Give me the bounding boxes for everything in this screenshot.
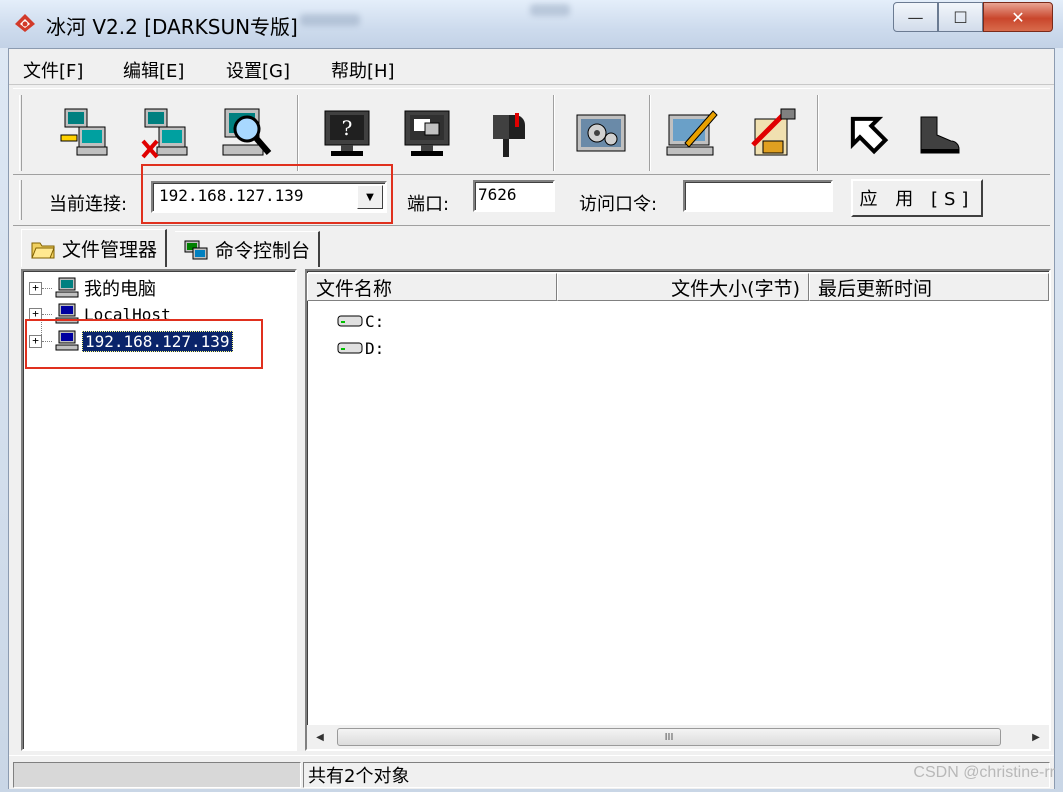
- window-title: 冰河 V2.2 [DARKSUN专版]: [46, 15, 298, 39]
- screen-capture-button[interactable]: [399, 105, 455, 161]
- tab-file-manager[interactable]: 文件管理器: [21, 229, 168, 267]
- column-header-label: 最后更新时间: [818, 277, 933, 300]
- column-header-label: 文件名称: [316, 277, 393, 300]
- drive-icon: [337, 315, 363, 327]
- menu-file[interactable]: 文件[F]: [23, 57, 83, 83]
- computer-icon: [55, 330, 79, 351]
- caption-buttons: — ☐ ✕: [893, 2, 1053, 34]
- search-computer-icon: [222, 108, 272, 156]
- list-item-drive-d[interactable]: D:: [337, 336, 384, 360]
- computer-icon: [55, 303, 79, 324]
- connection-bar: 当前连接: 192.168.127.139 ▼ 端口: 7626 访问口令: 应…: [13, 176, 1050, 226]
- port-label: 端口:: [407, 194, 450, 215]
- tree-item-remote-host[interactable]: + 192.168.127.139: [29, 329, 233, 353]
- computer-icon: [55, 277, 79, 298]
- menu-settings[interactable]: 设置[G]: [226, 57, 290, 83]
- menu-edit[interactable]: 编辑[E]: [123, 57, 184, 83]
- maximize-icon: ☐: [953, 7, 968, 27]
- tree-item-label: 我的电脑: [84, 279, 156, 300]
- scroll-left-icon: ◀: [316, 731, 324, 743]
- minimize-button[interactable]: —: [893, 2, 938, 32]
- apply-button-label: 应 用 [S]: [859, 189, 975, 210]
- connbar-grip[interactable]: [19, 180, 22, 220]
- menu-help[interactable]: 帮助[H]: [331, 57, 395, 83]
- expand-icon[interactable]: +: [29, 307, 42, 321]
- watermark: CSDN @christine-rr: [913, 764, 1055, 781]
- tree-item-localhost[interactable]: + LocalHost: [29, 302, 173, 326]
- password-label: 访问口令:: [579, 194, 658, 215]
- app-logo-icon: [15, 14, 35, 32]
- tab-command-console-label: 命令控制台: [215, 240, 311, 262]
- notepad-button[interactable]: [665, 105, 721, 161]
- tree-item-my-computer[interactable]: + 我的电脑: [29, 276, 158, 300]
- add-computer-icon: [60, 108, 108, 156]
- tools-button[interactable]: [745, 105, 801, 161]
- minimize-icon: —: [907, 7, 924, 27]
- apply-button[interactable]: 应 用 [S]: [851, 179, 983, 217]
- expand-icon[interactable]: +: [29, 281, 42, 295]
- mailbox-button[interactable]: [479, 105, 535, 161]
- up-arrow-button[interactable]: [839, 105, 895, 161]
- scroll-right-icon: ▶: [1032, 731, 1040, 743]
- close-icon: ✕: [1011, 7, 1025, 27]
- folder-icon: [31, 242, 55, 258]
- dropdown-arrow-icon[interactable]: ▼: [357, 185, 383, 209]
- column-header-name[interactable]: 文件名称: [307, 273, 557, 301]
- menu-bar: 文件[F] 编辑[E] 设置[G] 帮助[H]: [9, 49, 1054, 85]
- client-area: 文件[F] 编辑[E] 设置[G] 帮助[H] ? 当前连接: 192.168.…: [8, 48, 1055, 789]
- port-value: 7626: [478, 185, 517, 204]
- toolbar-grip[interactable]: [19, 95, 22, 171]
- expand-icon[interactable]: +: [29, 334, 42, 348]
- app-window: 冰河 V2.2 [DARKSUN专版] — ☐ ✕ 文件[F] 编辑[E] 设置…: [0, 0, 1063, 792]
- title-bar[interactable]: 冰河 V2.2 [DARKSUN专版] — ☐ ✕: [0, 0, 1063, 48]
- add-computer-button[interactable]: [59, 105, 115, 161]
- status-bar: 共有2个对象: [9, 755, 1054, 789]
- help-monitor-button[interactable]: ?: [319, 105, 375, 161]
- delete-computer-icon: [141, 108, 188, 159]
- exit-boot-icon: [920, 116, 960, 154]
- tree-item-label: 192.168.127.139: [82, 330, 233, 352]
- screen-capture-icon: [404, 110, 450, 156]
- scroll-right-button[interactable]: ▶: [1025, 727, 1047, 747]
- file-name: D:: [365, 338, 385, 358]
- column-header-modified[interactable]: 最后更新时间: [809, 273, 1049, 301]
- notepad-icon: [666, 110, 718, 156]
- mailbox-icon: [493, 113, 525, 157]
- current-connection-label: 当前连接:: [49, 194, 128, 215]
- help-monitor-icon: ?: [324, 110, 370, 156]
- tree-panel[interactable]: + 我的电脑 + LocalHost + 192.168.127.139: [21, 269, 297, 751]
- tree-item-label: LocalHost: [84, 304, 171, 324]
- status-left: [13, 762, 301, 788]
- toolbar: ?: [13, 88, 1050, 175]
- list-item-drive-c[interactable]: C:: [337, 309, 384, 333]
- port-input[interactable]: 7626: [473, 180, 555, 212]
- up-arrow-icon: [850, 116, 889, 155]
- search-computer-button[interactable]: [219, 105, 275, 161]
- maximize-button[interactable]: ☐: [938, 2, 983, 32]
- file-list-panel[interactable]: 文件名称 文件大小(字节) 最后更新时间 C: D: ◀ III ▶: [305, 269, 1051, 751]
- tab-command-console[interactable]: 命令控制台: [175, 231, 321, 267]
- file-name: C:: [365, 311, 385, 331]
- close-button[interactable]: ✕: [983, 2, 1053, 32]
- horizontal-scrollbar[interactable]: ◀ III ▶: [307, 725, 1049, 749]
- svg-text:?: ?: [342, 116, 353, 140]
- delete-computer-button[interactable]: [139, 105, 195, 161]
- current-connection-value: 192.168.127.139: [159, 186, 304, 205]
- scroll-thumb[interactable]: III: [337, 728, 1001, 746]
- scroll-left-button[interactable]: ◀: [309, 727, 331, 747]
- scroll-grip-icon: III: [664, 731, 674, 743]
- column-header-label: 文件大小(字节): [671, 277, 800, 300]
- column-header-size[interactable]: 文件大小(字节): [557, 273, 809, 301]
- password-input[interactable]: [683, 180, 833, 212]
- system-settings-button[interactable]: [573, 105, 629, 161]
- console-icon: [184, 240, 208, 259]
- system-settings-icon: [576, 114, 626, 152]
- status-object-count: 共有2个对象: [308, 766, 410, 787]
- current-connection-combobox[interactable]: 192.168.127.139 ▼: [151, 181, 387, 213]
- tools-icon: [751, 108, 796, 156]
- exit-button[interactable]: [913, 105, 969, 161]
- tab-file-manager-label: 文件管理器: [62, 239, 158, 261]
- drive-icon: [337, 342, 363, 354]
